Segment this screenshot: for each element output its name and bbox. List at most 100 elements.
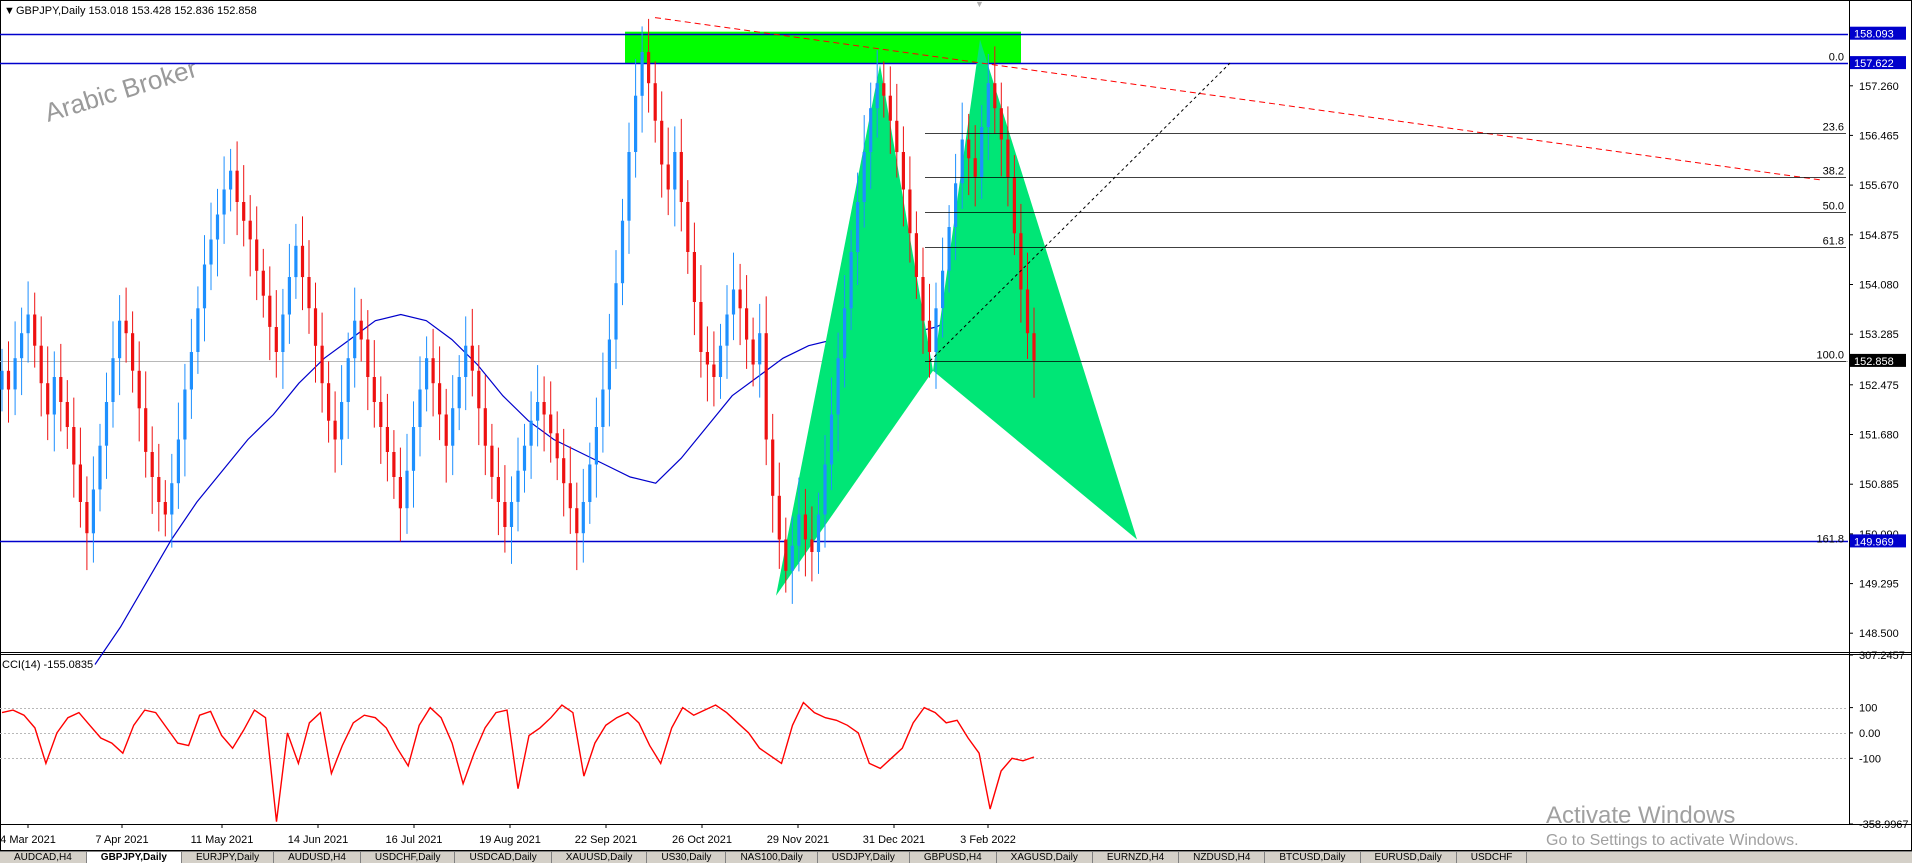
candle-body xyxy=(999,108,1003,140)
candle-body xyxy=(568,483,572,509)
cci-axis-label: 307.2457 xyxy=(1859,650,1905,662)
activate-windows-notice: Activate Windows Go to Settings to activ… xyxy=(1546,802,1799,850)
candle-body xyxy=(281,314,285,352)
price-axis-label: 152.475 xyxy=(1859,380,1899,392)
candle-body xyxy=(215,214,220,240)
tab-nzdusd-h4[interactable]: NZDUSD,H4 xyxy=(1179,852,1266,863)
fib-level-label: 23.6 xyxy=(1823,122,1844,134)
tab-audcad-h4[interactable]: AUDCAD,H4 xyxy=(0,852,87,863)
candle-body xyxy=(222,189,226,215)
tab-btcusd-daily[interactable]: BTCUSD,Daily xyxy=(1265,852,1361,863)
candle-body xyxy=(385,427,389,452)
candle-body xyxy=(26,314,30,334)
candle-body xyxy=(849,252,853,309)
candle-body xyxy=(901,152,905,190)
candle-body xyxy=(536,402,540,421)
candle-body xyxy=(738,289,742,309)
price-axis-label: 154.875 xyxy=(1859,230,1899,242)
candle-body xyxy=(973,158,977,177)
tab-eurusd-daily[interactable]: EURUSD,Daily xyxy=(1360,852,1457,863)
chart-svg[interactable]: ▼ GBPJPY,Daily 153.018 153.428 152.836 15… xyxy=(0,0,1912,862)
tab-xauusd-daily[interactable]: XAUUSD,Daily xyxy=(551,852,648,863)
candle-body xyxy=(862,152,866,202)
candle-body xyxy=(33,314,37,346)
candle-body xyxy=(496,477,500,502)
candle-body xyxy=(562,458,566,484)
candle-body xyxy=(627,152,631,221)
candle-body xyxy=(39,345,43,384)
candle-body xyxy=(542,402,546,415)
time-axis-label: 19 Aug 2021 xyxy=(479,834,541,846)
candle-body xyxy=(784,539,788,571)
activate-windows-title: Activate Windows xyxy=(1546,802,1736,829)
candle-body xyxy=(118,320,122,359)
tab-eurnzd-h4[interactable]: EURNZD,H4 xyxy=(1092,852,1180,863)
fib-level-label: 161.8 xyxy=(1816,534,1844,546)
price-axis-label: 150.885 xyxy=(1859,479,1899,491)
candle-body xyxy=(372,377,376,402)
fib-level-label: 50.0 xyxy=(1823,201,1844,213)
tab-usdchf[interactable]: USDCHF xyxy=(1456,852,1528,863)
candle-body xyxy=(20,333,24,359)
candle-body xyxy=(941,270,945,309)
chart-header-triangle: ▼ xyxy=(4,5,15,17)
candle-body xyxy=(124,320,128,334)
price-axis-label: 153.285 xyxy=(1859,329,1899,341)
time-axis-label: 29 Nov 2021 xyxy=(767,834,829,846)
tab-usdjpy-daily[interactable]: USDJPY,Daily xyxy=(817,852,910,863)
candle-body xyxy=(483,408,487,446)
candle-body xyxy=(790,545,794,571)
candle-body xyxy=(340,402,344,440)
candle-body xyxy=(209,239,213,265)
candle-body xyxy=(803,514,807,540)
tab-us30-daily[interactable]: US30,Daily xyxy=(647,852,727,863)
candle-body xyxy=(150,452,154,477)
candle-body xyxy=(353,320,357,359)
tab-usdcad-daily[interactable]: USDCAD,Daily xyxy=(455,852,552,863)
tab-gbpusd-h4[interactable]: GBPUSD,H4 xyxy=(909,852,997,863)
candle-body xyxy=(758,333,762,365)
candle-body xyxy=(503,502,507,527)
candle-body xyxy=(614,283,618,340)
candle-body xyxy=(346,358,350,402)
candle-body xyxy=(72,427,76,465)
candle-body xyxy=(594,427,598,465)
candle-body xyxy=(686,202,690,252)
tab-audusd-h4[interactable]: AUDUSD,H4 xyxy=(274,852,361,863)
cci-axis-label: 0.00 xyxy=(1859,728,1880,740)
candle-body xyxy=(398,477,402,509)
time-axis-label: 26 Oct 2021 xyxy=(672,834,732,846)
tab-nas100-daily[interactable]: NAS100,Daily xyxy=(726,852,818,863)
candle-body xyxy=(843,308,847,359)
candle-body xyxy=(522,445,527,471)
candle-body xyxy=(751,339,755,365)
candle-body xyxy=(875,83,879,109)
price-axis-label: 149.295 xyxy=(1859,579,1899,591)
candle-body xyxy=(771,439,775,496)
price-axis-label: 155.670 xyxy=(1859,180,1899,192)
candle-body xyxy=(170,483,174,515)
candle-body xyxy=(131,333,135,371)
candle-body xyxy=(986,83,990,127)
candle-body xyxy=(908,189,912,234)
candle-body xyxy=(921,277,925,321)
tab-gbpjpy-daily[interactable]: GBPJPY,Daily xyxy=(86,852,182,863)
candle-body xyxy=(895,120,899,153)
candle-body xyxy=(836,358,840,415)
candle-body xyxy=(59,377,63,402)
candle-body xyxy=(647,52,651,84)
cci-header: CCI(14) -155.0835 xyxy=(2,659,93,671)
tab-usdchf-daily[interactable]: USDCHF,Daily xyxy=(360,852,456,863)
candle-body xyxy=(13,358,17,390)
chart-window[interactable]: ▼ GBPJPY,Daily 153.018 153.428 152.836 15… xyxy=(0,0,1912,862)
tab-eurjpy-daily[interactable]: EURJPY,Daily xyxy=(181,852,275,863)
candle-body xyxy=(444,414,448,446)
candle-body xyxy=(294,245,298,278)
candle-body xyxy=(980,127,984,177)
tab-xagusd-daily[interactable]: XAGUSD,Daily xyxy=(996,852,1093,863)
candle-body xyxy=(529,420,533,446)
candle-body xyxy=(366,339,370,377)
candle-body xyxy=(692,252,696,302)
candle-body xyxy=(777,495,781,540)
candle-body xyxy=(418,389,422,427)
